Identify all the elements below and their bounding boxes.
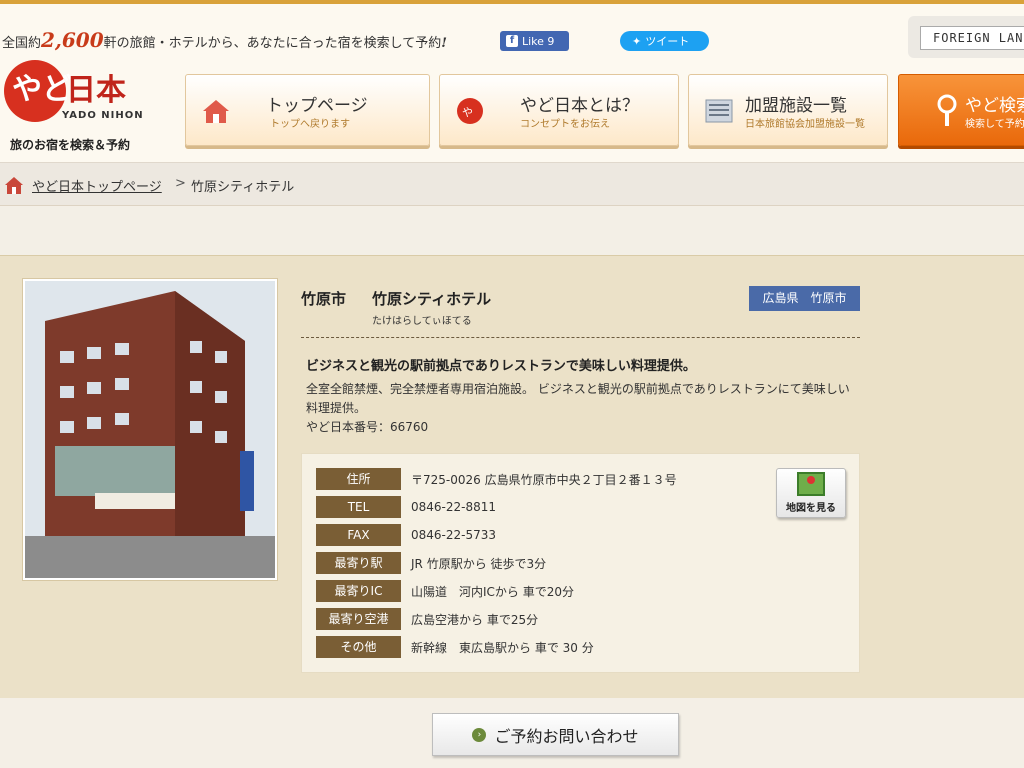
info-value: 山陽道 河内ICから 車で20分	[411, 584, 575, 599]
info-label: 最寄り駅	[316, 552, 401, 574]
nav-top-page[interactable]: トップページ トップへ戻ります	[185, 74, 430, 146]
hotel-photo	[22, 278, 278, 581]
breadcrumb: やど日本トップページ > 竹原シティホテル	[0, 162, 1024, 206]
info-row-other: その他 新幹線 東広島駅から 車で 30 分	[316, 636, 594, 658]
info-value: 新幹線 東広島駅から 車で 30 分	[411, 640, 594, 655]
nav-top-page-title: トップページ	[266, 96, 368, 116]
magnifier-icon	[933, 94, 961, 126]
reservation-inquiry-button[interactable]: › ご予約お問い合わせ	[432, 713, 679, 756]
info-label: 最寄り空港	[316, 608, 401, 630]
tweet-label: ツイート	[645, 35, 690, 48]
nav-search[interactable]: やど検索 検索して予約	[898, 74, 1024, 146]
info-label: その他	[316, 636, 401, 658]
yado-logo-icon: や	[456, 97, 484, 125]
site-catchphrase: 全国約2,600軒の旅館・ホテルから、あなたに合った宿を検索して予約!	[2, 28, 447, 52]
view-map-button[interactable]: 地図を見る	[776, 468, 846, 518]
site-header: 全国約2,600軒の旅館・ホテルから、あなたに合った宿を検索して予約! f Lik…	[0, 4, 1024, 162]
language-selector: FOREIGN LANG	[908, 16, 1024, 58]
nav-about-title: やど日本とは？	[520, 96, 639, 116]
nav-member-list[interactable]: 加盟施設一覧 日本旅館協会加盟施設一覧	[688, 74, 888, 146]
catch-mark: !	[441, 36, 447, 51]
breadcrumb-current: 竹原シティホテル	[191, 180, 295, 195]
info-row-tel: TEL 0846-22-8811	[316, 496, 496, 518]
breadcrumb-separator: >	[175, 176, 186, 191]
nav-about-sub: コンセプトをお伝え	[520, 119, 610, 130]
list-icon	[705, 97, 733, 125]
arrow-circle-icon: ›	[472, 727, 487, 742]
svg-text:や: や	[462, 106, 473, 119]
foreign-language-button[interactable]: FOREIGN LANG	[920, 26, 1024, 50]
catch-number: 2,600	[41, 28, 104, 52]
logo-tagline: 旅のお宿を検索＆予約	[10, 138, 131, 152]
hotel-city: 竹原市	[301, 290, 347, 308]
info-row-address: 住所 〒725-0026 広島県竹原市中央２丁目２番１３号	[316, 468, 677, 490]
facebook-like-button[interactable]: f Like 9	[500, 31, 569, 51]
info-label: 住所	[316, 468, 401, 490]
info-row-ic: 最寄りIC 山陽道 河内ICから 車で20分	[316, 580, 574, 602]
logo-kana: やど	[12, 72, 72, 107]
hotel-number: やど日本番号：66760	[306, 420, 429, 434]
hotel-building-image	[25, 281, 275, 578]
view-map-label: 地図を見る	[786, 503, 836, 514]
hotel-kana: たけはらしてぃほてる	[372, 316, 472, 327]
hotel-name: 竹原シティホテル	[372, 290, 492, 308]
spacer-strip	[0, 207, 1024, 255]
site-logo[interactable]: やど 日本 YADO NIHON 旅のお宿を検索＆予約	[4, 60, 144, 160]
house-icon	[202, 97, 230, 125]
info-value: 〒725-0026 広島県竹原市中央２丁目２番１３号	[411, 472, 677, 487]
catch-suffix: 軒の旅館・ホテルから、あなたに合った宿を検索して予約	[103, 36, 442, 51]
nav-member-list-title: 加盟施設一覧	[745, 96, 847, 116]
home-icon	[4, 175, 24, 195]
info-value: JR 竹原駅から 徒歩で3分	[411, 556, 547, 571]
info-value: 広島空港から 車で25分	[411, 612, 539, 627]
info-label: 最寄りIC	[316, 580, 401, 602]
info-label: TEL	[316, 496, 401, 518]
hotel-description: 全室全館禁煙、完全禁煙者専用宿泊施設。 ビジネスと観光の駅前拠点でありレストラン…	[306, 380, 860, 437]
nav-search-title: やど検索	[965, 96, 1024, 116]
nav-top-page-sub: トップへ戻ります	[270, 119, 350, 130]
map-icon	[797, 472, 825, 496]
info-row-fax: FAX 0846-22-5733	[316, 524, 496, 546]
hotel-info-box: 住所 〒725-0026 広島県竹原市中央２丁目２番１３号 TEL 0846-22-…	[301, 453, 860, 673]
reservation-inquiry-label: ご予約お問い合わせ	[494, 726, 639, 746]
facebook-icon: f	[506, 35, 518, 47]
catch-prefix: 全国約	[2, 36, 42, 51]
region-badge[interactable]: 広島県 竹原市	[749, 286, 860, 311]
info-label: FAX	[316, 524, 401, 546]
info-value: 0846-22-5733	[411, 528, 497, 542]
breadcrumb-home-link[interactable]: やど日本トップページ	[32, 176, 162, 195]
info-row-station: 最寄り駅 JR 竹原駅から 徒歩で3分	[316, 552, 546, 574]
twitter-bird-icon: ✦	[632, 34, 642, 48]
facebook-like-label: Like 9	[522, 34, 555, 48]
hotel-catchline: ビジネスと観光の駅前拠点でありレストランで美味しい料理提供。	[306, 359, 696, 374]
twitter-tweet-button[interactable]: ✦ ツイート	[620, 31, 709, 51]
hotel-description-text: 全室全館禁煙、完全禁煙者専用宿泊施設。 ビジネスと観光の駅前拠点でありレストラン…	[306, 382, 850, 415]
logo-romaji: YADO NIHON	[62, 110, 144, 121]
nav-member-list-sub: 日本旅館協会加盟施設一覧	[745, 119, 865, 130]
nav-search-sub: 検索して予約	[965, 119, 1024, 130]
info-value: 0846-22-8811	[411, 500, 497, 514]
logo-kanji: 日本	[66, 73, 126, 108]
info-row-airport: 最寄り空港 広島空港から 車で25分	[316, 608, 538, 630]
nav-about[interactable]: や やど日本とは？ コンセプトをお伝え	[439, 74, 679, 146]
